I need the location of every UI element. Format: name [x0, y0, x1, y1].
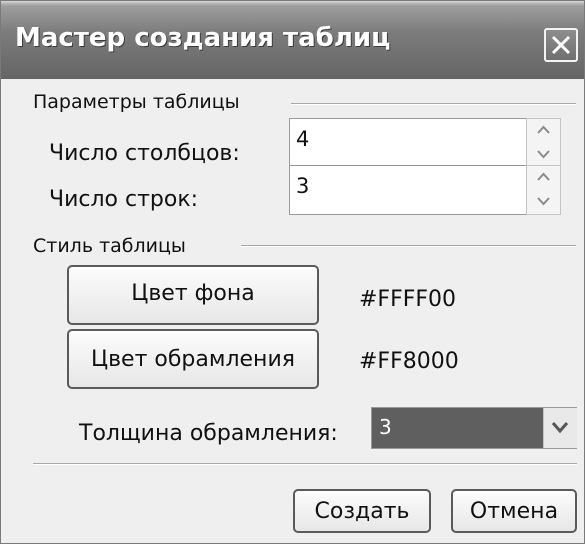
cancel-button-label: Отмена [469, 499, 559, 524]
chevron-down-icon [537, 197, 550, 206]
rows-value: 3 [296, 174, 310, 198]
columns-label: Число столбцов: [49, 141, 240, 166]
create-button[interactable]: Создать [293, 489, 431, 533]
bg-color-button[interactable]: Цвет фона [67, 265, 319, 325]
rows-spin-up[interactable] [527, 166, 560, 190]
rows-label: Число строк: [49, 187, 199, 212]
chevron-down-icon [537, 150, 550, 159]
columns-spin-arrows [526, 118, 561, 168]
border-width-select-value: 3 [373, 409, 543, 447]
title-bar[interactable]: Мастер создания таблиц [1, 1, 584, 79]
border-width-dropdown-button[interactable] [543, 408, 577, 448]
border-width-label: Толщина обрамления: [79, 421, 338, 446]
border-width-value: 3 [379, 415, 392, 439]
chevron-down-icon [551, 422, 569, 434]
chevron-up-icon [537, 125, 550, 134]
border-width-select[interactable]: 3 [371, 407, 577, 449]
table-wizard-dialog: Мастер создания таблиц Параметры таблицы… [0, 0, 585, 544]
rows-spinbox: 3 [289, 165, 561, 215]
border-color-button[interactable]: Цвет обрамления [67, 329, 319, 389]
bg-color-button-label: Цвет фона [131, 281, 255, 306]
border-color-value: #FF8000 [359, 349, 459, 374]
cancel-button[interactable]: Отмена [451, 489, 577, 533]
table-style-separator [241, 245, 576, 247]
rows-spin-down[interactable] [527, 190, 560, 214]
dialog-body: Параметры таблицы Число столбцов: 4 Числ… [1, 79, 584, 543]
columns-spin-up[interactable] [527, 119, 560, 143]
border-color-button-label: Цвет обрамления [91, 347, 295, 372]
columns-input[interactable]: 4 [289, 118, 526, 168]
table-style-group-title: Стиль таблицы [33, 235, 186, 257]
bottom-separator [33, 463, 577, 465]
chevron-up-icon [537, 172, 550, 181]
create-button-label: Создать [314, 499, 410, 524]
columns-spin-down[interactable] [527, 143, 560, 167]
columns-spinbox: 4 [289, 118, 561, 168]
close-icon [551, 35, 571, 55]
rows-input[interactable]: 3 [289, 165, 526, 215]
table-params-separator [291, 103, 576, 105]
bg-color-value: #FFFF00 [359, 287, 457, 312]
close-button[interactable] [544, 28, 578, 62]
table-params-group-title: Параметры таблицы [33, 91, 240, 113]
rows-spin-arrows [526, 165, 561, 215]
window-title: Мастер создания таблиц [15, 23, 391, 53]
columns-value: 4 [296, 127, 310, 151]
